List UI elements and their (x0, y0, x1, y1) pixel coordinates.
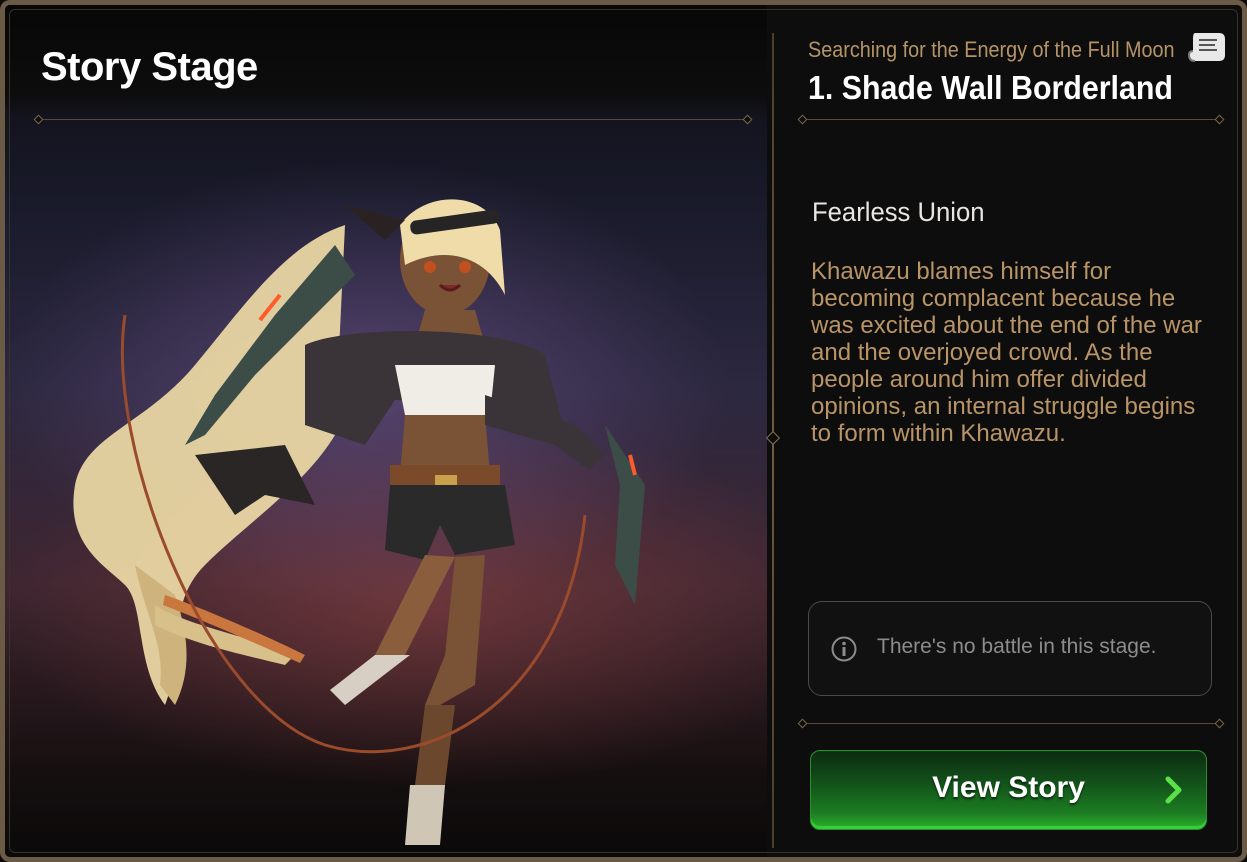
chapter-subtitle: Searching for the Energy of the Full Moo… (808, 37, 1175, 62)
view-story-button[interactable]: View Story (810, 750, 1207, 830)
story-stage-window: Story Stage Searching for the Energy of … (0, 0, 1247, 862)
action-divider (803, 723, 1219, 724)
scroll-icon[interactable] (1185, 25, 1229, 69)
stage-title: 1. Shade Wall Borderland (808, 69, 1173, 106)
stage-name: Fearless Union (812, 197, 985, 227)
notice-text: There's no battle in this stage. (877, 635, 1157, 658)
chevron-right-icon (1165, 776, 1182, 804)
header-divider (39, 119, 747, 120)
no-battle-notice: There's no battle in this stage. (808, 601, 1212, 696)
character-illustration (73, 199, 645, 845)
view-story-label: View Story (932, 771, 1085, 804)
character-art-panel: Story Stage (5, 5, 767, 857)
stage-description: Khawazu blames himself for becoming comp… (811, 258, 1202, 447)
page-title: Story Stage (41, 45, 258, 89)
stage-info-panel: Searching for the Energy of the Full Moo… (777, 5, 1242, 857)
title-divider (803, 119, 1219, 120)
info-icon (831, 636, 857, 662)
